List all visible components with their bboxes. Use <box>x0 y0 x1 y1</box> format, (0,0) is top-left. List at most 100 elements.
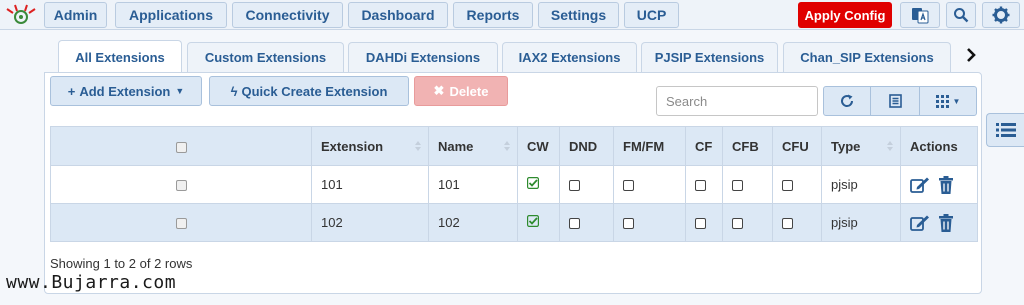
cf-cell <box>685 203 723 242</box>
extension-cell: 101 <box>311 165 429 204</box>
dnd-checkbox[interactable] <box>569 218 580 230</box>
plus-icon: + <box>67 83 76 99</box>
add-extension-label: Add Extension <box>79 83 171 99</box>
cfu-cell <box>772 165 822 204</box>
list-alt-icon <box>888 94 902 108</box>
fmfm-cell <box>613 165 686 204</box>
cw-cell <box>517 165 560 204</box>
col-extension[interactable]: Extension <box>311 126 429 166</box>
side-list-toggle-button[interactable] <box>986 113 1024 147</box>
nav-reports[interactable]: Reports <box>453 2 533 28</box>
gear-icon <box>992 6 1010 24</box>
caret-down-icon: ▼ <box>952 96 961 106</box>
nav-admin[interactable]: Admin <box>44 2 107 28</box>
extensions-table: Extension Name CW DND FM/FM CF CFB CFU T… <box>50 126 978 242</box>
actions-cell <box>900 165 978 204</box>
cf-cell <box>685 165 723 204</box>
tab-iax2-extensions[interactable]: IAX2 Extensions <box>502 42 637 72</box>
nav-settings[interactable]: Settings <box>538 2 619 28</box>
cw-cell <box>517 203 560 242</box>
cw-checked-icon[interactable] <box>527 177 540 190</box>
type-cell: pjsip <box>821 165 901 204</box>
col-type[interactable]: Type <box>821 126 901 166</box>
bolt-icon: ϟ <box>230 83 238 99</box>
cfb-checkbox[interactable] <box>732 218 743 230</box>
watermark: www.Bujarra.com <box>6 272 177 293</box>
row-select-checkbox[interactable] <box>175 218 187 230</box>
tab-custom-extensions[interactable]: Custom Extensions <box>187 42 344 72</box>
col-cf: CF <box>685 126 723 166</box>
table-header-row: Extension Name CW DND FM/FM CF CFB CFU T… <box>50 126 978 166</box>
cfu-checkbox[interactable] <box>782 218 793 230</box>
columns-dropdown-button[interactable]: ▼ <box>919 86 977 116</box>
select-all-checkbox[interactable] <box>175 141 187 153</box>
language-icon <box>912 8 929 24</box>
tab-all-extensions[interactable]: All Extensions <box>58 40 182 73</box>
name-cell: 102 <box>428 203 518 242</box>
nav-dashboard[interactable]: Dashboard <box>348 2 448 28</box>
chevron-right-icon <box>967 48 976 62</box>
delete-label: Delete <box>449 83 489 99</box>
select-all-cell <box>50 126 312 166</box>
nav-ucp[interactable]: UCP <box>624 2 679 28</box>
pagination-info: Showing 1 to 2 of 2 rows <box>50 256 193 271</box>
tab-chan-sip-extensions[interactable]: Chan_SIP Extensions <box>783 42 951 72</box>
cfb-cell <box>722 203 773 242</box>
tabs-scroll-right-button[interactable] <box>962 44 980 66</box>
language-button[interactable] <box>900 2 940 28</box>
cf-checkbox[interactable] <box>695 180 706 192</box>
quick-create-label: Quick Create Extension <box>241 83 388 99</box>
tab-dahdi-extensions[interactable]: DAHDi Extensions <box>348 42 498 72</box>
name-cell: 101 <box>428 165 518 204</box>
refresh-icon <box>841 94 854 107</box>
trash-icon[interactable] <box>938 175 954 194</box>
edit-icon[interactable] <box>910 214 930 232</box>
dnd-cell <box>559 203 614 242</box>
refresh-button[interactable] <box>823 86 871 116</box>
row-select-checkbox[interactable] <box>175 180 187 192</box>
dnd-checkbox[interactable] <box>569 180 580 192</box>
fmfm-checkbox[interactable] <box>623 218 634 230</box>
cfu-checkbox[interactable] <box>782 180 793 192</box>
col-cfb: CFB <box>722 126 773 166</box>
list-icon <box>995 123 1016 137</box>
settings-button[interactable] <box>982 2 1020 28</box>
apply-config-button[interactable]: Apply Config <box>798 2 892 28</box>
quick-create-extension-button[interactable]: ϟ Quick Create Extension <box>209 76 409 106</box>
cfb-checkbox[interactable] <box>732 180 743 192</box>
search-input[interactable] <box>656 86 818 116</box>
dnd-cell <box>559 165 614 204</box>
type-cell: pjsip <box>821 203 901 242</box>
freepbx-logo-icon[interactable] <box>3 3 39 27</box>
times-icon: ✖ <box>433 83 445 98</box>
nav-connectivity[interactable]: Connectivity <box>232 2 343 28</box>
tab-pjsip-extensions[interactable]: PJSIP Extensions <box>641 42 778 72</box>
sort-icon <box>887 141 893 151</box>
search-button[interactable] <box>946 2 976 28</box>
extension-cell: 102 <box>311 203 429 242</box>
cfb-cell <box>722 165 773 204</box>
nav-applications[interactable]: Applications <box>115 2 227 28</box>
col-dnd: DND <box>559 126 614 166</box>
row-select-cell <box>50 165 312 204</box>
col-actions: Actions <box>900 126 978 166</box>
table-row: 101 101 pjsip <box>50 165 978 204</box>
fmfm-checkbox[interactable] <box>623 180 634 192</box>
cfu-cell <box>772 203 822 242</box>
edit-icon[interactable] <box>910 176 930 194</box>
col-name-label: Name <box>438 138 474 154</box>
col-name[interactable]: Name <box>428 126 518 166</box>
actions-cell <box>900 203 978 242</box>
col-cw: CW <box>517 126 560 166</box>
add-extension-button[interactable]: + Add Extension ▼ <box>50 76 202 106</box>
top-nav: Admin Applications Connectivity Dashboar… <box>0 0 1024 30</box>
caret-down-icon: ▼ <box>175 86 185 96</box>
delete-button[interactable]: ✖ Delete <box>414 76 508 106</box>
col-extension-label: Extension <box>321 138 384 154</box>
cf-checkbox[interactable] <box>695 218 706 230</box>
sort-icon <box>415 141 421 151</box>
trash-icon[interactable] <box>938 213 954 232</box>
sort-icon <box>504 141 510 151</box>
cw-checked-icon[interactable] <box>527 215 540 228</box>
toggle-view-button[interactable] <box>870 86 920 116</box>
